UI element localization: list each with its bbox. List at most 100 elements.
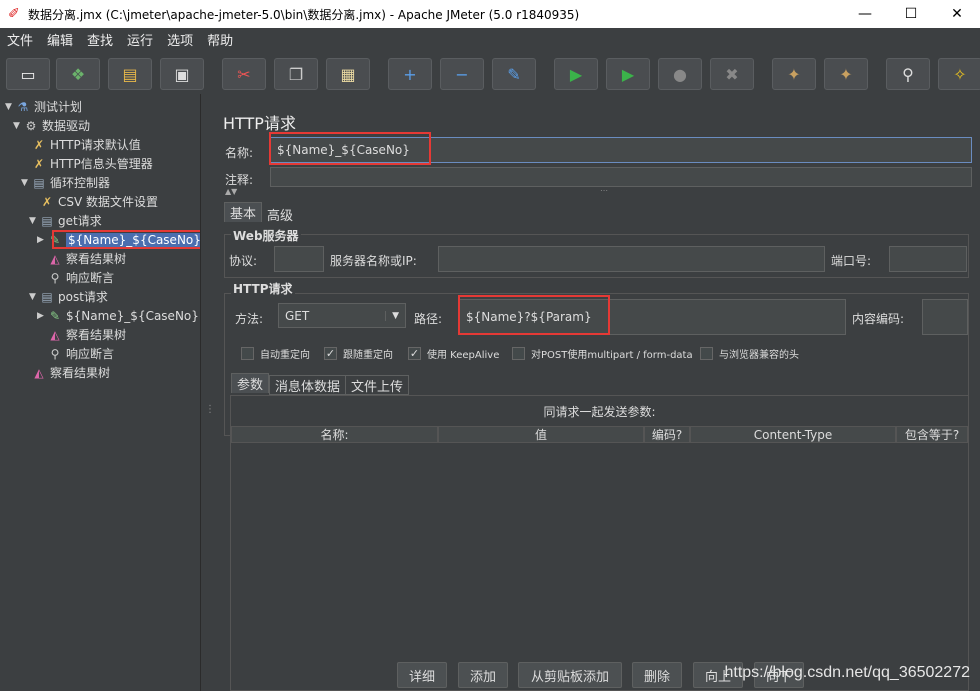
highlight-box-path (458, 295, 610, 335)
cut-icon[interactable]: ✂ (222, 58, 266, 90)
tree-node[interactable]: ▼ ⚙ 数据驱动 (13, 116, 90, 135)
tree-node[interactable]: ⚲ 响应断言 (37, 268, 114, 287)
collapse-arrows-icon[interactable]: ▲▼ (225, 187, 237, 196)
detail-button[interactable]: 详细 (397, 662, 447, 688)
checkbox-browser-headers[interactable]: 与浏览器兼容的头 (700, 346, 799, 361)
panel-title: HTTP请求 (223, 114, 296, 133)
tree-node[interactable]: ▼ ⚗ 测试计划 (5, 97, 82, 116)
highlight-box-tree (52, 230, 209, 249)
http-request-group-title: HTTP请求 (231, 280, 295, 297)
expanded-arrow-icon[interactable]: ▼ (13, 121, 23, 131)
close-button[interactable]: ✕ (934, 0, 980, 28)
menu-run[interactable]: 运行 (120, 30, 160, 49)
method-select[interactable]: GET ▼ (278, 303, 406, 328)
checkbox-keepalive[interactable]: ✓ 使用 KeepAlive (408, 346, 499, 361)
tree-node-label: 察看结果树 (50, 366, 111, 380)
web-server-title: Web服务器 (231, 227, 301, 244)
checkbox-auto-redirect[interactable]: 自动重定向 (241, 346, 310, 361)
comment-input[interactable] (270, 167, 972, 187)
open-icon[interactable]: ▤ (108, 58, 152, 90)
encoding-label: 内容编码: (852, 312, 905, 326)
tree-node[interactable]: ▼ ▤ get请求 (29, 211, 102, 230)
test-plan-tree[interactable]: ▼ ⚗ 测试计划 ▼ ⚙ 数据驱动 ✗ HTTP请求默认值 ✗ HTTP信息头管理器 ▼ ▤ 循环控制器… (0, 94, 203, 691)
start-icon[interactable]: ▶ (554, 58, 598, 90)
checkbox-label: 跟随重定向 (343, 350, 393, 361)
save-icon[interactable]: ▣ (160, 58, 204, 90)
title-bar: ✐ 数据分离.jmx (C:\jmeter\apache-jmeter-5.0\… (0, 0, 980, 28)
maximize-button[interactable]: ☐ (888, 0, 934, 28)
copy-icon[interactable]: ❐ (274, 58, 318, 90)
reset-search-icon[interactable]: ✧ (938, 58, 980, 90)
tree-node[interactable]: ◭ 察看结果树 (21, 363, 110, 382)
menu-bar: 文件 编辑 查找 运行 选项 帮助 (0, 28, 980, 50)
expanded-arrow-icon[interactable]: ▼ (29, 292, 39, 302)
port-input[interactable] (889, 246, 967, 272)
column-name[interactable]: 名称: (231, 426, 438, 443)
search-icon[interactable]: ⚲ (886, 58, 930, 90)
checkbox-multipart[interactable]: 对POST使用multipart / form-data (512, 346, 693, 361)
add-button[interactable]: 添加 (458, 662, 508, 688)
expanded-arrow-icon[interactable]: ▼ (29, 216, 39, 226)
collapsed-arrow-icon[interactable]: ▶ (37, 235, 47, 245)
tree-node[interactable]: ▼ ▤ 循环控制器 (21, 173, 110, 192)
clear-icon[interactable]: ✦ (772, 58, 816, 90)
tab-parameters[interactable]: 参数 (231, 373, 270, 393)
tree-node[interactable]: ✗ HTTP信息头管理器 (21, 154, 153, 173)
column-encode[interactable]: 编码? (644, 426, 690, 443)
encoding-input[interactable] (922, 299, 968, 335)
tab-body-data[interactable]: 消息体数据 (269, 375, 347, 395)
tab-file-upload[interactable]: 文件上传 (345, 375, 410, 395)
params-caption: 同请求一起发送参数: (543, 405, 656, 419)
templates-icon[interactable]: ❖ (56, 58, 100, 90)
delete-button[interactable]: 删除 (632, 662, 682, 688)
tree-node[interactable]: ⚲ 响应断言 (37, 344, 114, 363)
menu-edit[interactable]: 编辑 (40, 30, 80, 49)
split-pane-divider[interactable]: ⋮ (200, 94, 215, 691)
menu-options[interactable]: 选项 (160, 30, 200, 49)
stop-icon[interactable]: ● (658, 58, 702, 90)
menu-file[interactable]: 文件 (0, 30, 40, 49)
checkbox-box (700, 347, 713, 360)
minimize-button[interactable]: — (842, 0, 888, 28)
method-value: GET (285, 308, 310, 323)
tree-node[interactable]: ▶ ✎ ${Name}_${CaseNo} (37, 306, 199, 325)
clear-all-icon[interactable]: ✦ (824, 58, 868, 90)
new-icon[interactable]: ▭ (6, 58, 50, 90)
expanded-arrow-icon[interactable]: ▼ (5, 102, 15, 112)
column-content-type[interactable]: Content-Type (690, 426, 896, 443)
collapse-icon[interactable]: − (440, 58, 484, 90)
checkbox-follow-redirect[interactable]: ✓ 跟随重定向 (324, 346, 393, 361)
controller-icon: ▤ (41, 213, 53, 228)
protocol-label: 协议: (229, 254, 258, 268)
paste-icon[interactable]: ▦ (326, 58, 370, 90)
add-from-clipboard-button[interactable]: 从剪贴板添加 (518, 662, 622, 688)
tree-node[interactable]: ◭ 察看结果树 (37, 325, 126, 344)
tab-basic[interactable]: 基本 (224, 202, 263, 222)
watermark-text: https://blog.csdn.net/qq_36502272 (724, 664, 970, 681)
column-value[interactable]: 值 (438, 426, 644, 443)
menu-search[interactable]: 查找 (80, 30, 120, 49)
column-include-equals[interactable]: 包含等于? (896, 426, 968, 443)
toggle-icon[interactable]: ✎ (492, 58, 536, 90)
resize-grip-icon[interactable]: ⋯ (600, 186, 608, 195)
tree-node-label: ${Name}_${CaseNo} (66, 308, 199, 323)
server-input[interactable] (438, 246, 825, 272)
tree-node[interactable]: ◭ 察看结果树 (37, 249, 126, 268)
tree-node[interactable]: ✗ CSV 数据文件设置 (29, 192, 158, 211)
params-table-body[interactable] (231, 443, 968, 653)
expand-icon[interactable]: + (388, 58, 432, 90)
tree-node[interactable]: ▼ ▤ post请求 (29, 287, 108, 306)
shutdown-icon[interactable]: ✖ (710, 58, 754, 90)
collapsed-arrow-icon[interactable]: ▶ (37, 311, 47, 321)
tree-node[interactable]: ✗ HTTP请求默认值 (21, 135, 141, 154)
tools-icon: ✗ (33, 137, 45, 152)
checkbox-label: 对POST使用multipart / form-data (531, 350, 693, 361)
tab-advanced[interactable]: 高级 (262, 204, 298, 224)
menu-help[interactable]: 帮助 (200, 30, 240, 49)
expanded-arrow-icon[interactable]: ▼ (21, 178, 31, 188)
tree-node-label: post请求 (58, 290, 108, 304)
checkbox-label: 与浏览器兼容的头 (719, 350, 799, 361)
tools-icon: ✗ (33, 156, 45, 171)
protocol-input[interactable] (274, 246, 324, 272)
start-no-pause-icon[interactable]: ▶ (606, 58, 650, 90)
